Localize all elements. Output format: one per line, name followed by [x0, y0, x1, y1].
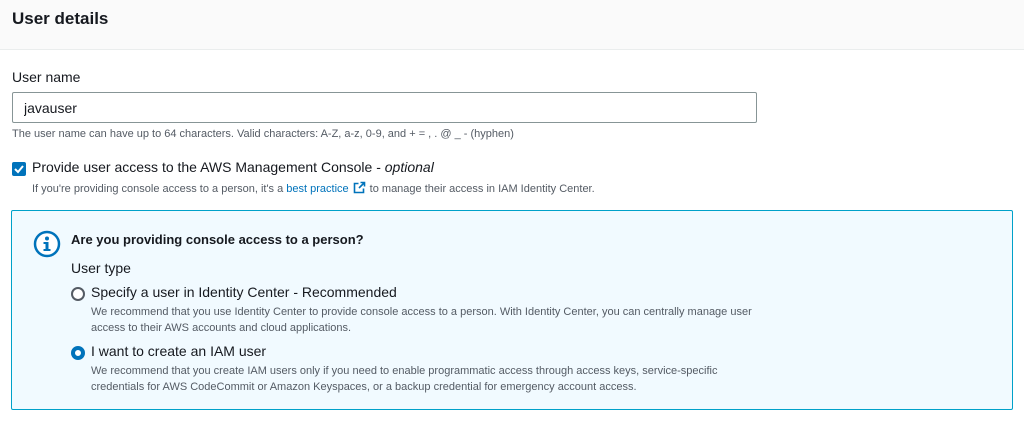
console-desc-before: If you're providing console access to a … — [32, 183, 284, 195]
radio-identity-center-label[interactable]: Specify a user in Identity Center - Reco… — [91, 284, 397, 300]
info-icon — [33, 230, 61, 258]
radio-iam-user[interactable] — [71, 346, 85, 360]
best-practice-link[interactable]: best practice — [286, 183, 348, 195]
user-type-label: User type — [71, 260, 131, 276]
optional-tag: optional — [384, 159, 434, 175]
info-panel-title: Are you providing console access to a pe… — [71, 232, 364, 247]
info-panel: Are you providing console access to a pe… — [11, 210, 1013, 410]
console-access-label-text: Provide user access to the AWS Managemen… — [32, 159, 385, 175]
external-link-icon[interactable] — [353, 181, 366, 197]
console-access-label[interactable]: Provide user access to the AWS Managemen… — [32, 159, 434, 175]
section-title: User details — [12, 9, 109, 28]
radio-identity-center-description: We recommend that you use Identity Cente… — [91, 306, 752, 334]
user-name-input[interactable] — [12, 92, 757, 123]
user-name-label: User name — [12, 69, 81, 85]
checkmark-icon — [14, 165, 24, 174]
radio-iam-user-label[interactable]: I want to create an IAM user — [91, 343, 266, 359]
user-name-hint: The user name can have up to 64 characte… — [12, 128, 514, 140]
console-access-checkbox[interactable] — [12, 162, 26, 176]
console-access-description: If you're providing console access to a … — [32, 181, 595, 197]
section-header: User details — [0, 0, 1024, 50]
radio-identity-center[interactable] — [71, 287, 85, 301]
console-desc-after: to manage their access in IAM Identity C… — [369, 183, 595, 195]
radio-iam-user-description: We recommend that you create IAM users o… — [91, 365, 718, 393]
